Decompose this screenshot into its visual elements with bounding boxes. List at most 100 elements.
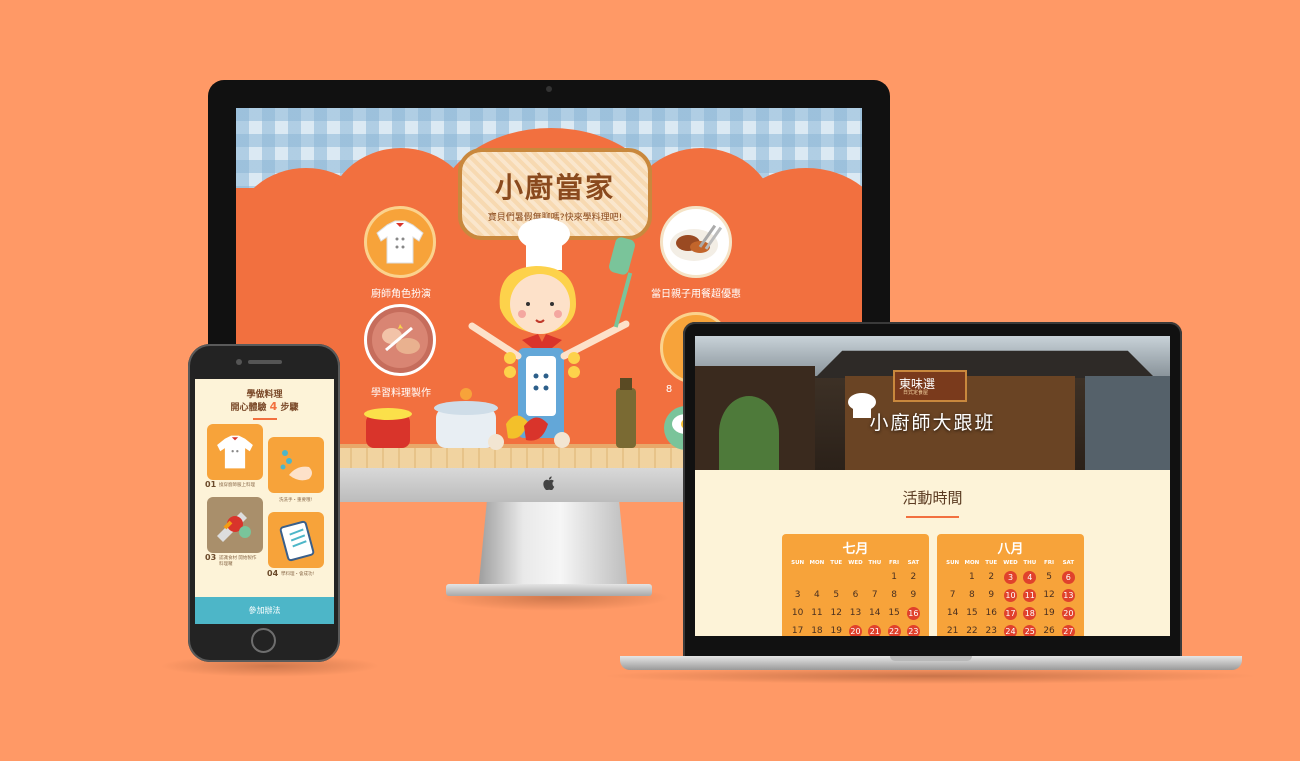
step-card[interactable] <box>207 497 263 553</box>
calendar-day[interactable]: 25 <box>1023 625 1037 636</box>
weekday-label: THU <box>1023 560 1037 566</box>
calendar-blank <box>943 571 962 584</box>
step-caption: 換穿廚師服上料理 <box>219 483 255 488</box>
clipboard-icon <box>279 520 315 562</box>
calendar-day[interactable]: 2 <box>982 571 1001 584</box>
calendar-day[interactable]: 27 <box>1061 625 1075 636</box>
calendar-day[interactable]: 17 <box>1003 607 1017 620</box>
calendar-blank <box>788 571 807 584</box>
weekday-label: SAT <box>907 560 920 566</box>
calendar-day[interactable]: 10 <box>1003 589 1017 602</box>
calendar-day[interactable]: 18 <box>807 625 826 636</box>
mobile-title-rule <box>253 418 277 420</box>
calendar-day[interactable]: 23 <box>906 625 920 636</box>
hero-shop-sign: 東味選 日式定食屋 <box>893 370 967 402</box>
mobile-title: 學做料理 開心體驗 4 步驟 <box>195 389 334 414</box>
calendar-day[interactable]: 5 <box>1039 571 1058 584</box>
step-card[interactable] <box>268 437 324 493</box>
calendar-day[interactable]: 15 <box>884 607 903 620</box>
calendar-day[interactable]: 4 <box>1023 571 1037 584</box>
calendar-day[interactable]: 4 <box>807 589 826 602</box>
calendar-day[interactable]: 6 <box>846 589 865 602</box>
calendar-day[interactable]: 8 <box>884 589 903 602</box>
calendar-day[interactable]: 18 <box>1023 607 1037 620</box>
calendar-day[interactable]: 2 <box>904 571 923 584</box>
calendar-day[interactable]: 20 <box>848 625 862 636</box>
calendar-day[interactable]: 11 <box>1023 589 1037 602</box>
calendar-day[interactable]: 13 <box>846 607 865 620</box>
shop-sign-subtext: 日式定食屋 <box>903 390 929 396</box>
hero-banner: 東味選 日式定食屋 小廚師大跟班 <box>695 336 1170 470</box>
mobile-title-line1: 學做料理 <box>246 390 283 400</box>
phone-home-button[interactable] <box>251 628 276 653</box>
calendar-day[interactable]: 21 <box>943 625 962 636</box>
calendar-day[interactable]: 5 <box>827 589 846 602</box>
calendar-day[interactable]: 22 <box>887 625 901 636</box>
step-card[interactable] <box>268 512 324 568</box>
weekday-label: WED <box>1003 560 1018 566</box>
calendar-day[interactable]: 21 <box>868 625 882 636</box>
calendar-day[interactable]: 9 <box>904 589 923 602</box>
calendar-day[interactable]: 1 <box>884 571 903 584</box>
section-rule <box>906 516 959 518</box>
calendar-day[interactable]: 12 <box>827 607 846 620</box>
step-caption: 洗洗手・重要哦! <box>279 498 313 503</box>
join-method-button[interactable]: 參加辦法 <box>195 597 334 624</box>
calendar-day[interactable]: 16 <box>982 607 1001 620</box>
calendar-day[interactable]: 12 <box>1039 589 1058 602</box>
vegetables-icon <box>217 512 251 542</box>
calendar-day[interactable]: 7 <box>943 589 962 602</box>
calendar-day[interactable]: 13 <box>1061 589 1075 602</box>
weekday-label: SUN <box>946 560 960 566</box>
calendar-july: 七月 SUN MON TUE WED THU FRI SAT 1 2 3 4 5 6 7 8 9 10 11 12 1… <box>782 534 929 636</box>
calendar-grid: SUN MON TUE WED THU FRI SAT 1 2 3 4 5 6 7 8 9 10 11 12 13 14… <box>943 560 1078 636</box>
calendar-day[interactable]: 10 <box>788 607 807 620</box>
chef-uniform-icon <box>217 435 253 469</box>
calendar-day[interactable]: 19 <box>1039 607 1058 620</box>
imac-foot <box>446 584 652 596</box>
apple-logo-icon <box>543 476 555 490</box>
calendar-day[interactable]: 3 <box>788 589 807 602</box>
chef-uniform-icon <box>376 220 424 264</box>
calendar-day[interactable]: 17 <box>788 625 807 636</box>
calendar-day[interactable]: 16 <box>906 607 920 620</box>
weekday-label: MON <box>809 560 825 566</box>
calendar-blank <box>865 571 884 584</box>
calendar-day[interactable]: 19 <box>827 625 846 636</box>
calendar-day[interactable]: 14 <box>943 607 962 620</box>
laptop-shadow <box>600 668 1260 684</box>
calendar-day[interactable]: 8 <box>962 589 981 602</box>
calendar-day[interactable]: 15 <box>962 607 981 620</box>
calendar-day[interactable]: 14 <box>865 607 884 620</box>
calendar-day[interactable]: 1 <box>962 571 981 584</box>
step-number: 03 <box>205 553 217 562</box>
mobile-title-line2: 開心體驗 4 步驟 <box>195 401 334 414</box>
calendar-month: 八月 <box>997 542 1024 557</box>
phone-speaker <box>248 360 282 364</box>
step-card[interactable] <box>207 424 263 480</box>
calendar-blank <box>807 571 826 584</box>
weekday-label: FRI <box>1044 560 1055 566</box>
laptop-site-screen: 東味選 日式定食屋 小廚師大跟班 活動時間 七月 SUN MON TUE WED THU… <box>695 336 1170 636</box>
phone-camera <box>236 359 242 365</box>
hand-wash-icon <box>280 450 312 481</box>
calendar-day[interactable]: 3 <box>1003 571 1017 584</box>
step-number: 04 <box>267 569 279 578</box>
hero-title: 小廚師大跟班 <box>869 412 996 434</box>
calendar-day[interactable]: 24 <box>1003 625 1017 636</box>
calendar-day[interactable]: 26 <box>1039 625 1058 636</box>
calendar-august: 八月 SUN MON TUE WED THU FRI SAT 1 2 3 4 5 6 7 8 9 10 11 12 1… <box>937 534 1084 636</box>
calendar-day[interactable]: 23 <box>982 625 1001 636</box>
laptop-notch <box>890 656 972 661</box>
calendar-day[interactable]: 11 <box>807 607 826 620</box>
calendar-day[interactable]: 6 <box>1061 571 1075 584</box>
calendar-day[interactable]: 9 <box>982 589 1001 602</box>
step-caption: 學料理・會成功! <box>281 572 315 577</box>
calendar-day[interactable]: 7 <box>865 589 884 602</box>
step-caption: 認識食材 開始製作料理囉 <box>219 556 257 567</box>
calendar-day[interactable]: 20 <box>1061 607 1075 620</box>
kids-cooking-photo-icon <box>372 312 428 368</box>
calendar-blank <box>827 571 846 584</box>
calendar-day[interactable]: 22 <box>962 625 981 636</box>
weekday-label: MON <box>964 560 980 566</box>
